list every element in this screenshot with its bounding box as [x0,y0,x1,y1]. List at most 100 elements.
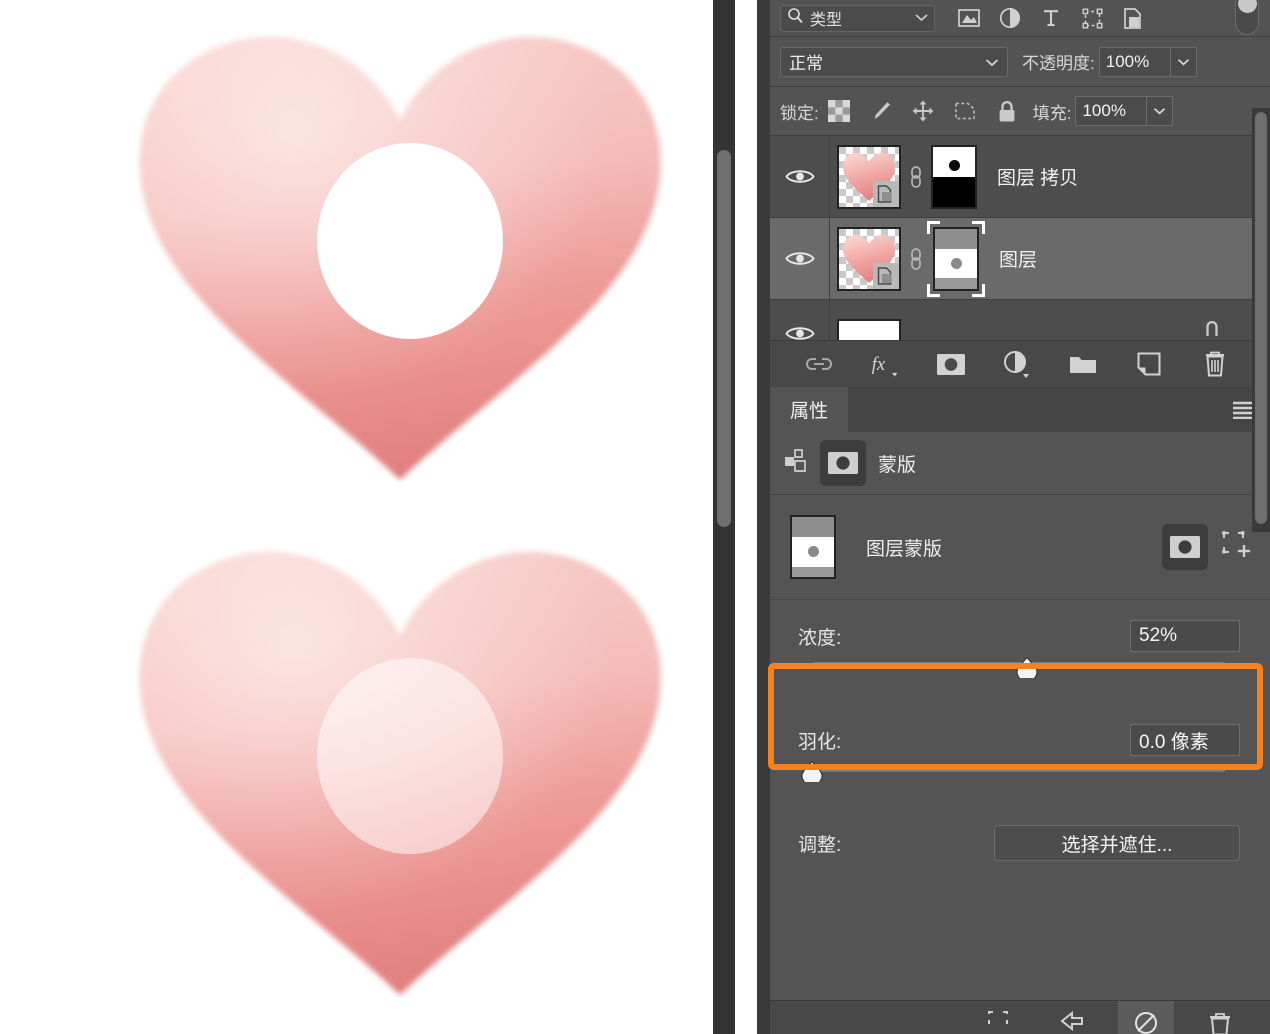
layer-effects-fx-icon[interactable]: fx [870,349,900,379]
add-vector-mask-icon[interactable] [1222,531,1252,564]
layer-kind-select[interactable]: 类型 [780,5,935,32]
layer-mask-thumbnail[interactable] [790,515,836,579]
layer-mask-thumbnail[interactable] [931,145,977,209]
select-and-mask-label: 选择并遮住... [1062,830,1173,857]
document-canvas[interactable] [0,0,735,1034]
blend-mode-value: 正常 [789,49,985,74]
layer-visibility-toggle[interactable] [770,300,830,340]
blend-mode-select[interactable]: 正常 [780,47,1008,77]
image-filter-icon[interactable] [957,6,981,30]
fill-input[interactable]: 100% [1075,96,1147,126]
fill-label: 填充: [1033,99,1072,124]
lock-artboard-nesting-icon[interactable] [953,99,977,123]
layer-list[interactable]: 图层 拷贝 [770,136,1270,340]
smart-object-badge [873,181,899,207]
opacity-input[interactable]: 100% [1099,47,1171,77]
density-label: 浓度: [798,623,1130,650]
tab-properties-label: 属性 [790,396,828,423]
density-input[interactable]: 52% [1130,620,1240,652]
fill-stepper-button[interactable] [1147,96,1173,126]
canvas-vertical-scrollbar[interactable] [713,0,735,1034]
mask-name: 图层蒙版 [866,534,1162,561]
properties-tabbar: 属性 [770,387,1270,432]
delete-mask-icon[interactable] [1192,1001,1248,1034]
layer-visibility-toggle[interactable] [770,218,830,299]
density-control: 浓度: 52% [770,600,1270,702]
mask-link-icon[interactable] [905,246,927,272]
smart-object-filter-icon[interactable] [1121,6,1145,30]
toggle-knob [1238,0,1257,13]
filter-enable-toggle[interactable] [1235,0,1259,35]
mask-summary-row: 图层蒙版 [770,495,1270,600]
layer-visibility-toggle[interactable] [770,136,830,217]
heart-top-hole [317,143,503,339]
lock-all-icon[interactable] [995,99,1019,123]
density-value: 52% [1139,625,1177,647]
properties-vertical-scrollbar[interactable] [1252,108,1270,532]
lock-all-icon [1202,320,1222,341]
properties-scrollbar-thumb[interactable] [1255,112,1267,524]
eye-icon [785,249,815,268]
toggle-mask-icon[interactable] [1118,1001,1174,1034]
table-row[interactable]: 图层 [770,218,1270,300]
mask-link-icon[interactable] [905,164,927,190]
opacity-label: 不透明度: [1022,49,1095,74]
load-selection-from-mask-icon[interactable] [970,1001,1026,1034]
layer-filter-row: 类型 [770,0,1270,37]
lock-row: 锁定: [770,87,1270,136]
layer-mask-thumbnail[interactable] [933,227,979,291]
apply-mask-icon[interactable] [1044,1001,1100,1034]
layer-thumbnail[interactable] [837,145,901,209]
photoshop-window: 类型 [0,0,1270,1034]
svg-text:fx: fx [872,354,886,375]
table-row[interactable] [770,300,1270,340]
smart-object-badge [873,263,899,289]
chevron-down-icon[interactable] [915,9,928,27]
feather-value: 0.0 像素 [1139,727,1209,754]
layer-name[interactable]: 图层 [999,245,1037,272]
adjustment-filter-icon[interactable] [998,6,1022,30]
opacity-stepper-button[interactable] [1171,47,1197,77]
type-filter-icon[interactable] [1039,6,1063,30]
layer-filter-icon-group [957,6,1145,30]
select-and-mask-button[interactable]: 选择并遮住... [994,825,1240,861]
chevron-down-icon[interactable] [985,52,999,72]
properties-kind-icon [784,449,808,478]
density-slider-knob[interactable] [1015,657,1039,678]
new-group-icon[interactable] [1068,349,1098,379]
layer-thumbnail[interactable] [837,227,901,291]
layer-name[interactable]: 图层 拷贝 [997,163,1078,190]
density-slider-track[interactable] [812,662,1226,668]
pixel-mask-icon[interactable] [820,440,866,486]
feather-slider-knob[interactable] [800,761,824,782]
table-row[interactable]: 图层 拷贝 [770,136,1270,218]
layer-kind-label: 类型 [810,6,909,30]
canvas-scrollbar-thumb[interactable] [717,150,731,527]
new-layer-icon[interactable] [1134,349,1164,379]
feather-slider-track[interactable] [812,766,1226,772]
link-layers-icon[interactable] [804,349,834,379]
properties-title: 蒙版 [878,450,916,477]
opacity-value: 100% [1106,52,1149,72]
lock-position-icon[interactable] [911,99,935,123]
delete-layer-icon[interactable] [1200,349,1230,379]
tab-properties[interactable]: 属性 [770,387,848,432]
layer-thumbnail[interactable] [837,319,901,340]
lock-image-pixels-icon[interactable] [869,99,893,123]
blend-mode-row: 正常 不透明度: 100% [770,37,1270,87]
heart-bottom [120,540,680,1010]
lock-transparent-pixels-icon[interactable] [827,99,851,123]
properties-bottom-toolbar [770,1000,1270,1034]
select-pixel-mask-icon[interactable] [1162,524,1208,570]
new-adjustment-layer-icon[interactable] [1002,349,1032,379]
feather-input[interactable]: 0.0 像素 [1130,724,1240,756]
feather-control: 羽化: 0.0 像素 [770,702,1270,800]
adjust-label: 调整: [798,830,994,857]
properties-header: 蒙版 [770,432,1270,495]
eye-icon [785,324,815,341]
heart-top [120,25,680,495]
add-layer-mask-icon[interactable] [936,349,966,379]
shape-filter-icon[interactable] [1080,6,1104,30]
panel-stack: 类型 [770,0,1270,1034]
heart-top-artwork [120,25,680,495]
